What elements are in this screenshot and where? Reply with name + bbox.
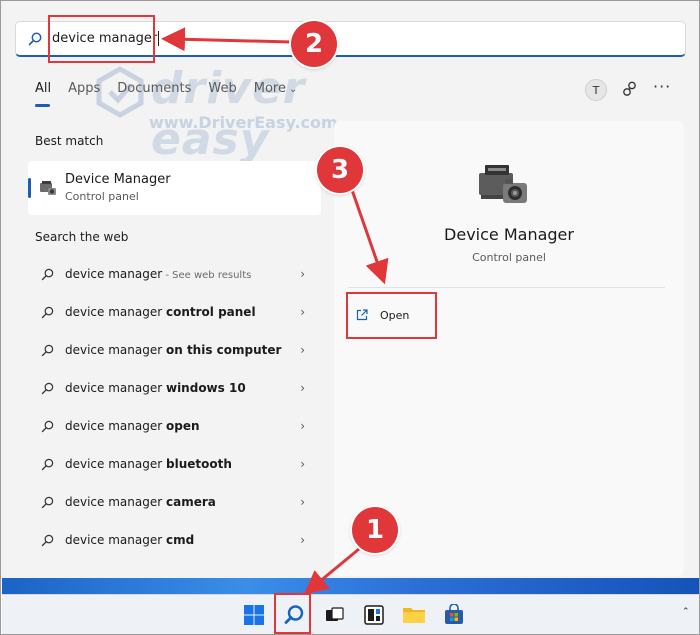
web-result-text: device manager control panel (65, 305, 256, 319)
search-icon (41, 382, 54, 394)
details-divider (348, 287, 665, 288)
chevron-right-icon: › (300, 381, 305, 395)
web-result-item[interactable]: device manager windows 10 › (28, 369, 321, 407)
web-result-item[interactable]: device manager open › (28, 407, 321, 445)
search-icon (41, 268, 54, 280)
task-view-button[interactable] (320, 601, 348, 629)
chevron-right-icon: › (300, 343, 305, 357)
chevron-right-icon: › (300, 267, 305, 281)
screenshot-frame: device manager driver easy www.DriverEas… (0, 0, 700, 635)
widgets-button[interactable] (360, 601, 388, 629)
search-icon (41, 458, 54, 470)
web-result-item[interactable]: device manager control panel › (28, 293, 321, 331)
chevron-down-icon: ⌄ (289, 84, 298, 95)
web-result-text: device manager - See web results (65, 267, 252, 281)
desktop-wallpaper (2, 576, 699, 594)
web-result-item[interactable]: device manager cmd › (28, 521, 321, 559)
step-badge-1: 1 (352, 507, 398, 553)
connected-accounts-icon[interactable] (621, 80, 639, 98)
start-search-panel: device manager driver easy www.DriverEas… (1, 1, 699, 578)
best-match-subtitle: Control panel (65, 190, 139, 203)
step-badge-2: 2 (291, 21, 337, 67)
search-icon (41, 344, 54, 356)
best-match-title: Device Manager (65, 172, 171, 187)
chevron-right-icon: › (300, 419, 305, 433)
watermark-url: www.DriverEasy.com (149, 113, 338, 132)
taskbar: ⌃ (2, 594, 699, 634)
store-icon (445, 604, 463, 624)
tab-apps[interactable]: Apps (68, 81, 100, 103)
start-button[interactable] (240, 601, 268, 629)
search-web-heading: Search the web (35, 230, 129, 244)
best-match-heading: Best match (35, 134, 104, 148)
web-result-text: device manager open (65, 419, 200, 433)
microsoft-store-button[interactable] (440, 601, 468, 629)
chevron-right-icon: › (300, 457, 305, 471)
details-subtitle: Control panel (472, 251, 546, 264)
chevron-right-icon: › (300, 305, 305, 319)
step-badge-3: 3 (317, 147, 363, 193)
account-avatar[interactable]: T (585, 79, 607, 101)
details-title: Device Manager (444, 225, 574, 244)
text-caret (158, 31, 160, 46)
chevron-right-icon: › (300, 533, 305, 547)
callout-box-taskbar-search (274, 593, 311, 634)
web-result-item[interactable]: device manager - See web results › (28, 255, 321, 293)
result-details-pane: Device Manager Control panel Open (334, 121, 684, 576)
tab-more[interactable]: More ⌄ (254, 81, 298, 103)
search-icon (28, 32, 42, 45)
widgets-icon (364, 605, 384, 625)
selection-indicator (28, 178, 31, 198)
best-match-result[interactable]: Device Manager Control panel (28, 161, 321, 215)
search-icon (41, 496, 54, 508)
more-options-icon[interactable]: ··· (653, 77, 671, 96)
tab-documents[interactable]: Documents (117, 81, 191, 103)
web-result-text: device manager on this computer (65, 343, 282, 357)
web-result-text: device manager cmd (65, 533, 195, 547)
web-result-text: device manager camera (65, 495, 216, 509)
search-icon (41, 420, 54, 432)
search-filter-tabs: All Apps Documents Web More ⌄ (35, 81, 314, 107)
task-view-icon (326, 607, 344, 621)
tab-all[interactable]: All (35, 81, 51, 107)
device-manager-large-icon (479, 165, 527, 203)
search-icon (41, 534, 54, 546)
callout-box-open (346, 292, 437, 339)
web-results-list: device manager - See web results › devic… (28, 255, 321, 559)
windows-logo-icon (244, 605, 264, 625)
callout-box-search (48, 15, 155, 63)
chevron-up-icon[interactable]: ⌃ (682, 607, 690, 617)
web-result-item[interactable]: device manager camera › (28, 483, 321, 521)
web-result-item[interactable]: device manager on this computer › (28, 331, 321, 369)
search-icon (41, 306, 54, 318)
tab-web[interactable]: Web (208, 81, 236, 103)
web-result-text: device manager bluetooth (65, 457, 232, 471)
device-manager-icon (40, 181, 56, 195)
web-result-item[interactable]: device manager bluetooth › (28, 445, 321, 483)
web-result-text: device manager windows 10 (65, 381, 246, 395)
file-explorer-button[interactable] (400, 601, 428, 629)
chevron-right-icon: › (300, 495, 305, 509)
folder-icon (403, 608, 425, 623)
tab-more-label: More (253, 81, 286, 96)
